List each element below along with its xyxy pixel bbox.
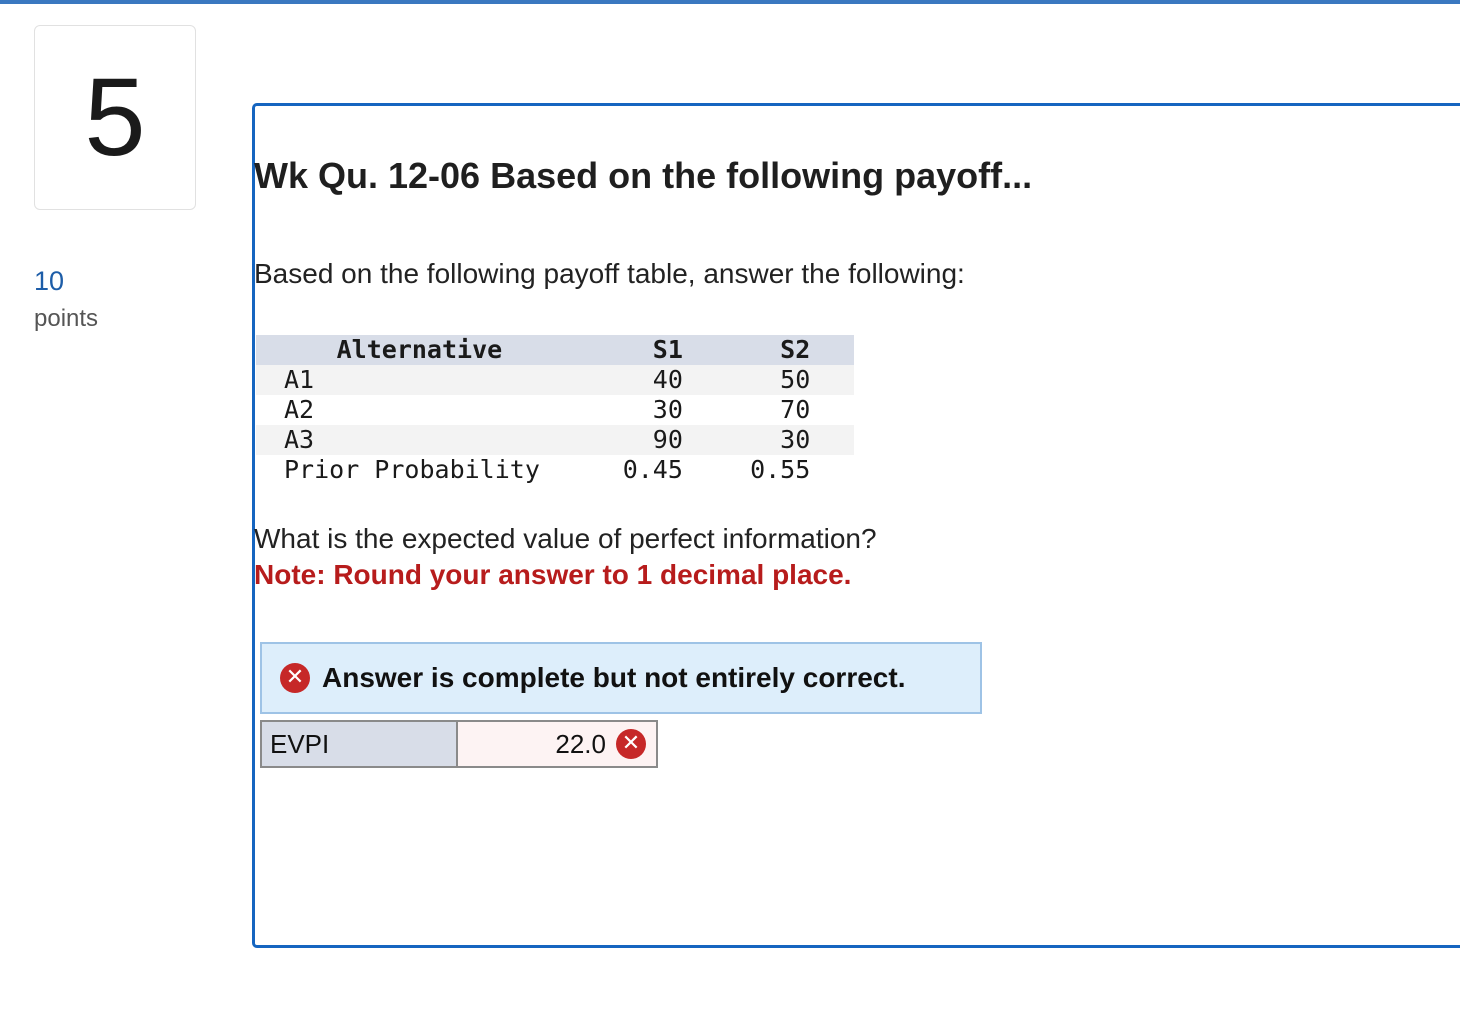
- header-alternative: Alternative: [336, 335, 503, 364]
- table-row: A3 90 30: [256, 425, 854, 455]
- payoff-table: Alternative S1 S2 A1 40 50 A2 30 70 A3 9…: [256, 335, 854, 485]
- row-alternative: A3: [284, 425, 315, 454]
- question-intro: Based on the following payoff table, ans…: [254, 258, 965, 289]
- answer-label: EVPI: [262, 722, 458, 766]
- row-s1: 0.45: [622, 455, 683, 484]
- payoff-table-header: Alternative S1 S2: [256, 335, 854, 365]
- question-number-text: 5: [84, 56, 146, 179]
- table-row: A2 30 70: [256, 395, 854, 425]
- result-message: Answer is complete but not entirely corr…: [322, 662, 906, 693]
- table-row: Prior Probability 0.45 0.55: [256, 455, 854, 485]
- header-s2: S2: [780, 335, 811, 364]
- top-rule: [0, 0, 1460, 4]
- row-alternative: Prior Probability: [284, 455, 540, 484]
- points-value: 10: [34, 266, 65, 296]
- row-s1: 30: [652, 395, 683, 424]
- row-s2: 70: [780, 395, 811, 424]
- answer-row: EVPI 22.0 ✕: [260, 720, 658, 768]
- question-title: Wk Qu. 12-06 Based on the following payo…: [254, 155, 1033, 196]
- question-note: Note: Round your answer to 1 decimal pla…: [254, 559, 852, 590]
- question-prompt: What is the expected value of perfect in…: [254, 523, 877, 554]
- answer-field[interactable]: 22.0 ✕: [458, 722, 656, 766]
- header-pad: [810, 335, 854, 365]
- row-s2: 0.55: [750, 455, 811, 484]
- header-s1: S1: [652, 335, 683, 364]
- x-circle-icon: ✕: [280, 663, 310, 693]
- x-circle-icon: ✕: [616, 729, 646, 759]
- row-s2: 50: [780, 365, 811, 394]
- result-banner: ✕ Answer is complete but not entirely co…: [260, 642, 982, 714]
- table-row: A1 40 50: [256, 365, 854, 395]
- question-number: 5: [34, 25, 196, 210]
- row-s2: 30: [780, 425, 811, 454]
- row-alternative: A1: [284, 365, 315, 394]
- points-label: points: [34, 305, 99, 332]
- row-s1: 40: [652, 365, 683, 394]
- row-s1: 90: [652, 425, 683, 454]
- answer-value: 22.0: [555, 728, 606, 759]
- row-alternative: A2: [284, 395, 315, 424]
